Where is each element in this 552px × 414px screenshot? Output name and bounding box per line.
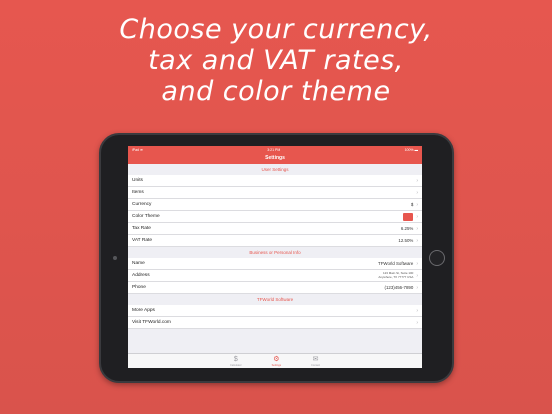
- dollar-icon: $: [233, 355, 238, 363]
- chevron-right-icon: ›: [416, 272, 418, 279]
- chevron-right-icon: ›: [416, 189, 418, 196]
- row-label: Visit TFWorld.com: [132, 320, 171, 325]
- section-header-business: Business or Personal Info: [128, 247, 422, 258]
- row-label: More Apps: [132, 308, 155, 313]
- currency-value: $: [410, 202, 414, 207]
- envelope-icon: ✉: [312, 355, 319, 363]
- chevron-right-icon: ›: [416, 177, 418, 184]
- carrier: iPad ≋: [132, 147, 143, 152]
- tab-label: Calculator: [229, 363, 242, 367]
- headline: Choose your currency, tax and VAT rates,…: [0, 14, 552, 107]
- camera-dot: [113, 256, 117, 260]
- row-color-theme[interactable]: Color Theme ›: [128, 211, 422, 223]
- address-value: 123 Main St, Suite 100 Anywhere, TX 7777…: [378, 271, 414, 279]
- page-title: Settings: [265, 155, 285, 161]
- clock: 3:21 PM: [267, 147, 281, 152]
- row-label: VAT Rate: [132, 238, 152, 243]
- battery-indicator: 100% ▬: [404, 147, 418, 152]
- row-items[interactable]: Items ›: [128, 187, 422, 199]
- chevron-right-icon: ›: [416, 319, 418, 326]
- row-label: Address: [132, 273, 150, 278]
- chevron-right-icon: ›: [416, 225, 418, 232]
- chevron-right-icon: ›: [416, 201, 418, 208]
- chevron-right-icon: ›: [416, 237, 418, 244]
- tab-bar: $ Calculator ⚙ Settings ✉ Contact: [128, 353, 422, 368]
- chevron-right-icon: ›: [416, 307, 418, 314]
- row-tax-rate[interactable]: Tax Rate 6.25% ›: [128, 223, 422, 235]
- color-swatch: [403, 212, 414, 221]
- name-value: TFWorld Software: [378, 261, 414, 266]
- tab-settings[interactable]: ⚙ Settings: [272, 356, 281, 367]
- headline-line-2: tax and VAT rates,: [148, 45, 404, 76]
- gear-icon: ⚙: [273, 355, 280, 363]
- headline-line-3: and color theme: [161, 76, 391, 107]
- address-line-2: Anywhere, TX 77777 USA: [378, 274, 414, 279]
- app-screen: iPad ≋ 3:21 PM 100% ▬ Settings User Sett…: [128, 146, 422, 368]
- section-header-company: TFWorld Software: [128, 294, 422, 305]
- section-header-user: User Settings: [128, 164, 422, 175]
- chevron-right-icon: ›: [416, 213, 418, 220]
- row-name[interactable]: Name TFWorld Software ›: [128, 258, 422, 270]
- row-visit-website[interactable]: Visit TFWorld.com ›: [128, 317, 422, 329]
- chevron-right-icon: ›: [416, 284, 418, 291]
- vat-rate-value: 12.50%: [398, 238, 414, 243]
- row-label: Items: [132, 190, 144, 195]
- row-currency[interactable]: Currency $ ›: [128, 199, 422, 211]
- row-label: Currency: [132, 202, 152, 207]
- row-label: Tax Rate: [132, 226, 151, 231]
- home-button[interactable]: [429, 250, 445, 266]
- tab-calculator[interactable]: $ Calculator: [230, 356, 242, 367]
- row-label: Units: [132, 178, 143, 183]
- row-units[interactable]: Units ›: [128, 175, 422, 187]
- chevron-right-icon: ›: [416, 260, 418, 267]
- tax-rate-value: 6.25%: [400, 226, 414, 231]
- phone-value: (123)456-7890: [384, 285, 414, 290]
- nav-bar: Settings: [128, 153, 422, 164]
- tab-label: Settings: [271, 363, 282, 367]
- row-label: Name: [132, 261, 145, 266]
- tab-contact[interactable]: ✉ Contact: [311, 356, 320, 367]
- row-label: Phone: [132, 285, 146, 290]
- row-more-apps[interactable]: More Apps ›: [128, 305, 422, 317]
- row-label: Color Theme: [132, 214, 160, 219]
- row-vat-rate[interactable]: VAT Rate 12.50% ›: [128, 235, 422, 247]
- row-phone[interactable]: Phone (123)456-7890 ›: [128, 282, 422, 294]
- tab-label: Contact: [311, 363, 320, 367]
- row-address[interactable]: Address 123 Main St, Suite 100 Anywhere,…: [128, 270, 422, 282]
- status-bar: iPad ≋ 3:21 PM 100% ▬: [128, 146, 422, 153]
- headline-line-1: Choose your currency,: [119, 14, 433, 45]
